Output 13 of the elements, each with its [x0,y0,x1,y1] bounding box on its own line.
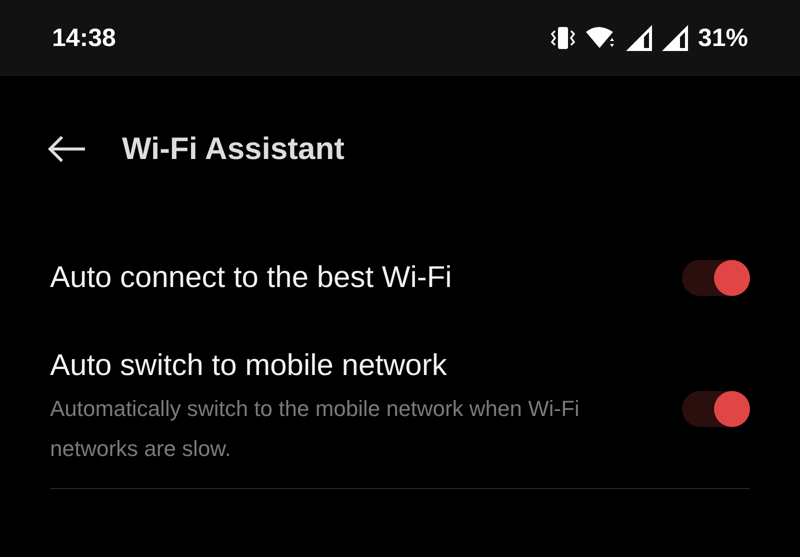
setting-title: Auto connect to the best Wi-Fi [50,261,452,295]
signal-icon [662,25,688,51]
setting-title: Auto switch to mobile network [50,349,448,383]
setting-description: Automatically switch to the mobile network when Wi-Fi networks are slow. [50,395,580,463]
signal-icon [626,25,652,51]
toggle-switch[interactable] [682,391,750,427]
toggle-switch[interactable] [682,260,750,296]
vibrate-icon [550,25,576,51]
back-arrow-icon[interactable] [48,136,86,162]
page-title: Wi-Fi Assistant [122,131,344,167]
wifi-icon [586,26,616,50]
status-time: 14:38 [52,24,116,52]
battery-percentage: 31% [698,24,748,52]
